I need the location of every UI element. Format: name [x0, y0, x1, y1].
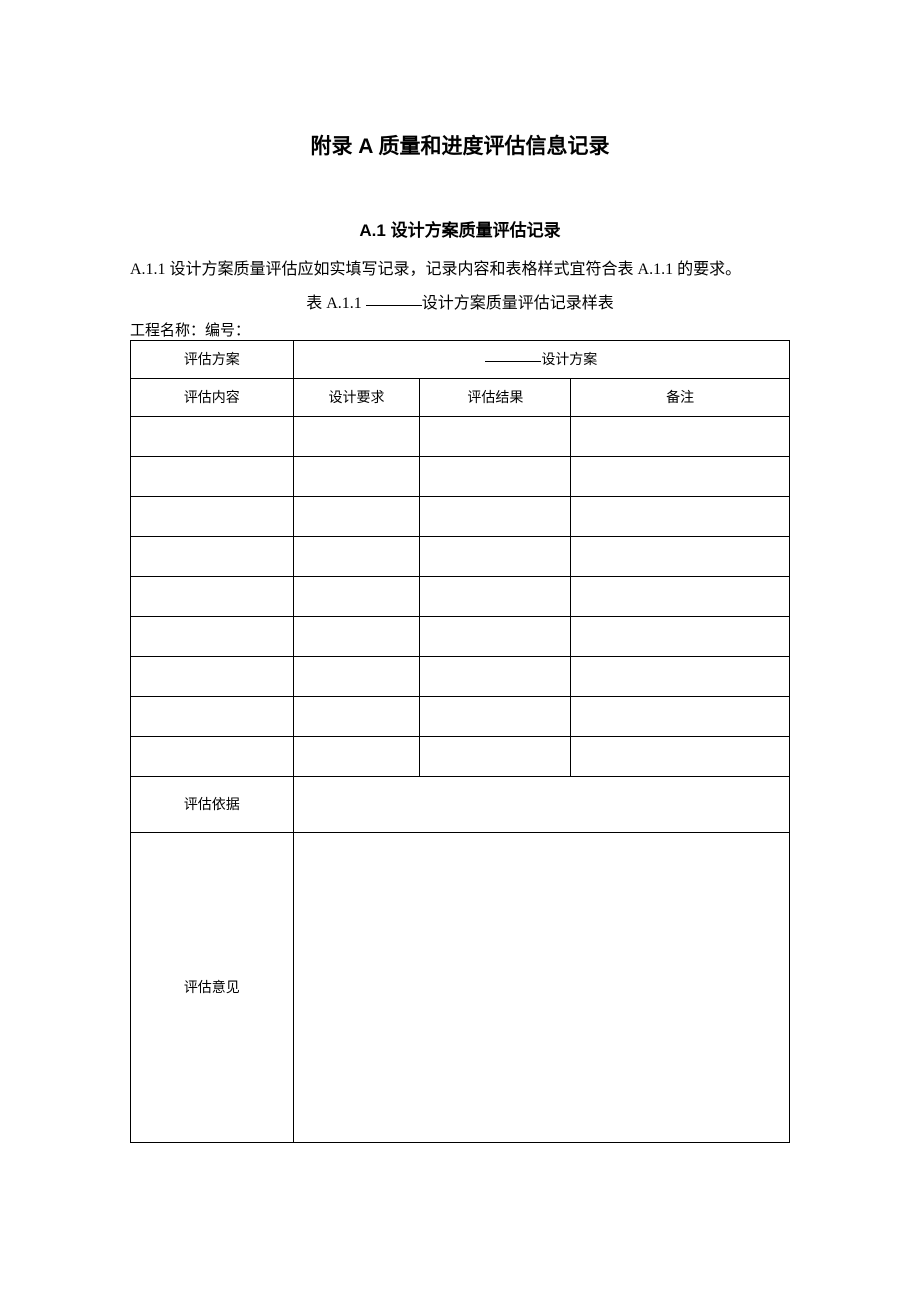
empty-cell — [293, 696, 420, 736]
table-caption: 表 A.1.1 设计方案质量评估记录样表 — [130, 289, 790, 313]
empty-cell — [131, 416, 294, 456]
empty-cell — [131, 496, 294, 536]
empty-cell — [293, 496, 420, 536]
empty-cell — [420, 696, 571, 736]
blank-underline — [366, 305, 422, 306]
table-row: 评估方案 设计方案 — [131, 340, 790, 378]
table-row: 评估意见 — [131, 832, 790, 1142]
blank-underline — [485, 361, 541, 362]
table-row — [131, 456, 790, 496]
empty-cell — [131, 616, 294, 656]
cell-scheme-label: 评估方案 — [131, 340, 294, 378]
empty-cell — [131, 736, 294, 776]
empty-cell — [571, 416, 790, 456]
empty-cell — [571, 536, 790, 576]
cell-basis-label: 评估依据 — [131, 776, 294, 832]
empty-cell — [571, 496, 790, 536]
cell-basis-value — [293, 776, 789, 832]
section-paragraph: A.1.1 设计方案质量评估应如实填写记录，记录内容和表格样式宜符合表 A.1.… — [130, 257, 790, 283]
empty-cell — [420, 736, 571, 776]
empty-cell — [131, 696, 294, 736]
empty-cell — [293, 616, 420, 656]
evaluation-table: 评估方案 设计方案 评估内容 设计要求 评估结果 备注 评估依据 评估意见 — [130, 340, 790, 1143]
section-heading: A.1 设计方案质量评估记录 — [130, 216, 790, 241]
empty-cell — [571, 456, 790, 496]
empty-cell — [293, 416, 420, 456]
cell-opinion-label: 评估意见 — [131, 832, 294, 1142]
empty-cell — [420, 416, 571, 456]
design-scheme-text: 设计方案 — [541, 353, 597, 368]
empty-cell — [293, 736, 420, 776]
header-remark: 备注 — [571, 378, 790, 416]
empty-cell — [420, 576, 571, 616]
page-title: 附录 A 质量和进度评估信息记录 — [130, 130, 790, 160]
empty-cell — [420, 616, 571, 656]
cell-scheme-value: 设计方案 — [293, 340, 789, 378]
table-row: 评估内容 设计要求 评估结果 备注 — [131, 378, 790, 416]
empty-cell — [420, 656, 571, 696]
empty-cell — [571, 616, 790, 656]
table-row — [131, 656, 790, 696]
table-row — [131, 536, 790, 576]
empty-cell — [131, 576, 294, 616]
empty-cell — [571, 696, 790, 736]
caption-prefix: 表 A.1.1 — [306, 295, 366, 312]
empty-cell — [420, 456, 571, 496]
empty-cell — [293, 536, 420, 576]
empty-cell — [293, 456, 420, 496]
header-result: 评估结果 — [420, 378, 571, 416]
empty-cell — [571, 576, 790, 616]
project-label: 工程名称：编号： — [130, 319, 790, 340]
cell-opinion-value — [293, 832, 789, 1142]
empty-cell — [131, 656, 294, 696]
empty-cell — [420, 536, 571, 576]
empty-cell — [293, 576, 420, 616]
header-req: 设计要求 — [293, 378, 420, 416]
empty-cell — [420, 496, 571, 536]
header-content: 评估内容 — [131, 378, 294, 416]
table-row — [131, 576, 790, 616]
empty-cell — [571, 656, 790, 696]
caption-suffix: 设计方案质量评估记录样表 — [422, 295, 614, 312]
table-row — [131, 416, 790, 456]
table-row — [131, 496, 790, 536]
empty-cell — [293, 656, 420, 696]
table-row — [131, 736, 790, 776]
table-row: 评估依据 — [131, 776, 790, 832]
empty-cell — [131, 456, 294, 496]
table-row — [131, 616, 790, 656]
table-row — [131, 696, 790, 736]
empty-cell — [131, 536, 294, 576]
empty-cell — [571, 736, 790, 776]
